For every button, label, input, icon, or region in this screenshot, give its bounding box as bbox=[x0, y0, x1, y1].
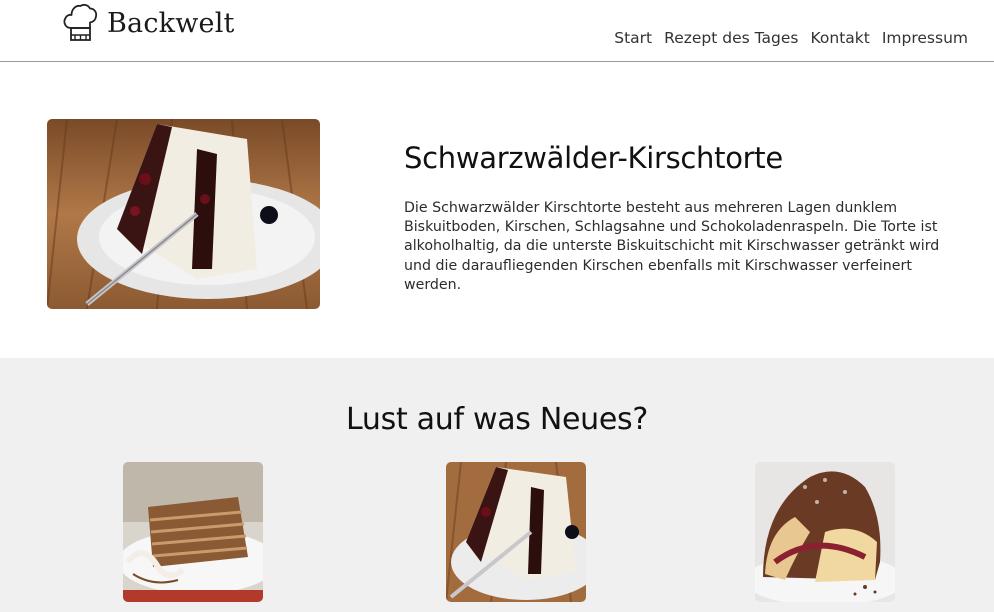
nav-item-recipe-of-the-day[interactable]: Rezept des Tages bbox=[664, 29, 798, 47]
hero-cake-image bbox=[47, 119, 320, 309]
brand-name: Backwelt bbox=[107, 7, 235, 39]
marble-cake-image bbox=[755, 462, 895, 602]
layer-cake-image bbox=[123, 462, 263, 602]
main-nav: Start Rezept des Tages Kontakt Impressum bbox=[614, 29, 968, 47]
suggestion-card-1[interactable] bbox=[123, 462, 263, 602]
brand-logo[interactable]: Backwelt bbox=[62, 2, 235, 44]
nav-item-start[interactable]: Start bbox=[614, 29, 652, 47]
black-forest-cake-image bbox=[446, 462, 586, 602]
chef-hat-icon bbox=[63, 3, 98, 41]
nav-item-contact[interactable]: Kontakt bbox=[811, 29, 870, 47]
nav-item-imprint[interactable]: Impressum bbox=[882, 29, 968, 47]
suggestions-section: Lust auf was Neues? bbox=[0, 358, 994, 612]
suggestions-title: Lust auf was Neues? bbox=[346, 402, 648, 437]
suggestion-card-2[interactable] bbox=[446, 462, 586, 602]
suggestion-card-3[interactable] bbox=[755, 462, 895, 602]
site-header: Backwelt Start Rezept des Tages Kontakt … bbox=[0, 0, 994, 62]
hero-title: Schwarzwälder-Kirschtorte bbox=[404, 141, 783, 175]
hero-description: Die Schwarzwälder Kirschtorte besteht au… bbox=[404, 200, 940, 293]
hero-section: Schwarzwälder-Kirschtorte Die Schwarzwäl… bbox=[0, 63, 994, 358]
